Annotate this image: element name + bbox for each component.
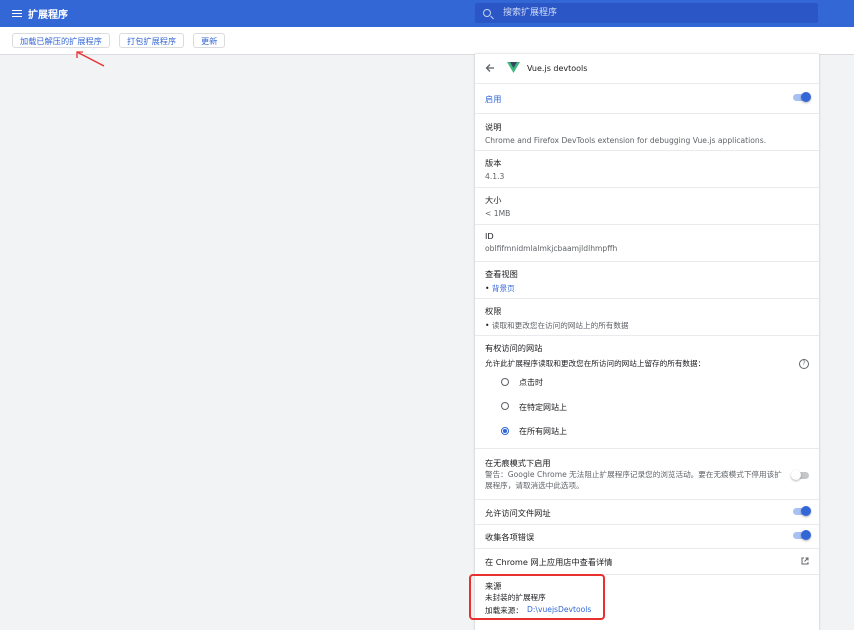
load-unpacked-button[interactable]: 加载已解压的扩展程序 [12, 33, 110, 48]
file-access-label: 允许访问文件网址 [485, 508, 551, 518]
update-button[interactable]: 更新 [193, 33, 226, 48]
version-value: 4.1.3 [485, 172, 505, 181]
open-in-new-icon[interactable] [801, 557, 809, 565]
search-box[interactable] [475, 3, 818, 23]
views-section: 查看视图 背景页 [485, 268, 809, 294]
menu-icon[interactable] [12, 9, 22, 18]
developer-toolbar: 加载已解压的扩展程序 打包扩展程序 更新 [0, 27, 854, 55]
background-page-link[interactable]: 背景页 [492, 284, 515, 293]
description-label: 说明 [485, 122, 502, 132]
top-bar: 扩展程序 [0, 0, 854, 27]
description-section: 说明 Chrome and Firefox DevTools extension… [485, 121, 809, 145]
radio-specific-sites[interactable] [501, 402, 509, 410]
webstore-link[interactable]: 在 Chrome 网上应用店中查看详情 [485, 556, 612, 568]
size-label: 大小 [485, 195, 502, 205]
back-arrow-icon[interactable] [485, 63, 495, 73]
id-section: ID oblfifmnidmlalmkjcbaamjldlhmpffh [485, 231, 809, 253]
permissions-section: 权限 读取和更改您在访问的网站上的所有数据 [485, 305, 809, 331]
file-access-toggle[interactable] [793, 506, 811, 516]
page-title: 扩展程序 [28, 10, 68, 21]
radio-all-sites[interactable] [501, 427, 509, 435]
incognito-desc: 警告：Google Chrome 无法阻止扩展程序记录您的浏览活动。要在无痕模式… [485, 470, 782, 490]
view-item: 背景页 [485, 283, 809, 294]
version-label: 版本 [485, 158, 502, 168]
size-section: 大小 < 1MB [485, 194, 809, 218]
extension-name: Vue.js devtools [527, 64, 588, 73]
help-icon[interactable]: ? [799, 359, 809, 369]
id-label: ID [485, 231, 494, 241]
search-input[interactable] [501, 7, 805, 19]
permissions-label: 权限 [485, 306, 502, 316]
collect-errors-label: 收集各项错误 [485, 532, 535, 542]
id-value: oblfifmnidmlalmkjcbaamjldlhmpffh [485, 244, 618, 253]
radio-on-click-label[interactable]: 点击时 [519, 377, 543, 388]
extension-detail-panel: Vue.js devtools 启用 说明 Chrome and Firefox… [475, 54, 819, 630]
search-icon [483, 9, 491, 17]
site-access-desc: 允许此扩展程序读取和更改您在所访问的网站上留存的所有数据： [485, 359, 706, 368]
pack-extension-button[interactable]: 打包扩展程序 [119, 33, 185, 48]
description-value: Chrome and Firefox DevTools extension fo… [485, 136, 767, 145]
radio-all-sites-label[interactable]: 在所有网站上 [519, 426, 567, 437]
vue-logo-icon [507, 62, 520, 73]
enabled-label: 启用 [485, 94, 502, 104]
incognito-toggle[interactable] [791, 470, 809, 480]
version-section: 版本 4.1.3 [485, 157, 809, 181]
radio-on-click[interactable] [501, 378, 509, 386]
enabled-toggle[interactable] [793, 92, 811, 102]
radio-specific-sites-label[interactable]: 在特定网站上 [519, 402, 567, 413]
source-highlight-box [469, 574, 605, 620]
site-access-label: 有权访问的网站 [485, 343, 543, 353]
views-label: 查看视图 [485, 269, 518, 279]
annotation-arrow-icon [76, 51, 105, 67]
collect-errors-toggle[interactable] [793, 530, 811, 540]
permission-item: 读取和更改您在访问的网站上的所有数据 [485, 320, 809, 331]
size-value: < 1MB [485, 209, 511, 218]
incognito-label: 在无痕模式下启用 [485, 458, 551, 468]
